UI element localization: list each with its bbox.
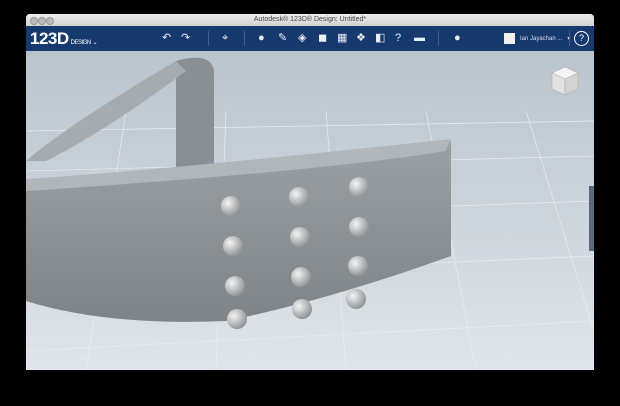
side-panel-toggle[interactable] bbox=[589, 186, 594, 251]
logo: 123D bbox=[30, 29, 69, 48]
help-button[interactable]: ? bbox=[574, 31, 589, 46]
sketch-icon[interactable]: ✎ bbox=[278, 32, 287, 44]
scene bbox=[26, 51, 594, 370]
construct-icon[interactable]: ◈ bbox=[298, 32, 306, 44]
3d-viewport[interactable] bbox=[26, 51, 594, 370]
chevron-down-icon: ⌄ bbox=[92, 40, 98, 46]
app-menu-button[interactable]: 123D DESIGN ⌄ bbox=[30, 29, 98, 49]
pattern-icon[interactable]: ▦ bbox=[337, 32, 347, 44]
text-icon[interactable]: ▬ bbox=[414, 32, 425, 44]
close-button[interactable] bbox=[30, 17, 38, 25]
avatar bbox=[504, 33, 515, 44]
modify-icon[interactable]: ◼ bbox=[318, 32, 327, 44]
divider bbox=[438, 31, 439, 46]
divider bbox=[208, 31, 209, 46]
title-bar: Autodesk® 123D® Design: Untitled* bbox=[26, 14, 594, 26]
toolbar: 123D DESIGN ⌄ ↶ ↷ ⌖ ● ✎ ◈ ◼ ▦ ❖ ◧ ? ▬ ● Ia… bbox=[26, 26, 594, 51]
transform-icon[interactable]: ⌖ bbox=[222, 32, 228, 44]
viewcube[interactable] bbox=[550, 65, 580, 97]
user-name: Ian Jayachan ... bbox=[520, 35, 563, 42]
app-window: Autodesk® 123D® Design: Untitled* 123D DE… bbox=[26, 14, 594, 370]
material-icon[interactable]: ● bbox=[454, 32, 461, 44]
logo-sub: DESIGN bbox=[70, 40, 92, 46]
user-menu[interactable]: Ian Jayachan ...▾ bbox=[504, 33, 570, 44]
undo-icon[interactable]: ↶ bbox=[162, 32, 171, 44]
primitives-icon[interactable]: ● bbox=[258, 32, 265, 44]
zoom-button[interactable] bbox=[46, 17, 54, 25]
combine-icon[interactable]: ◧ bbox=[375, 32, 385, 44]
model-back-arm bbox=[176, 57, 214, 169]
window-title: Autodesk® 123D® Design: Untitled* bbox=[253, 16, 367, 23]
group-icon[interactable]: ❖ bbox=[356, 32, 366, 44]
redo-icon[interactable]: ↷ bbox=[181, 32, 190, 44]
measure-icon[interactable]: ? bbox=[395, 32, 401, 44]
minimize-button[interactable] bbox=[38, 17, 46, 25]
divider bbox=[569, 31, 570, 46]
divider bbox=[244, 31, 245, 46]
